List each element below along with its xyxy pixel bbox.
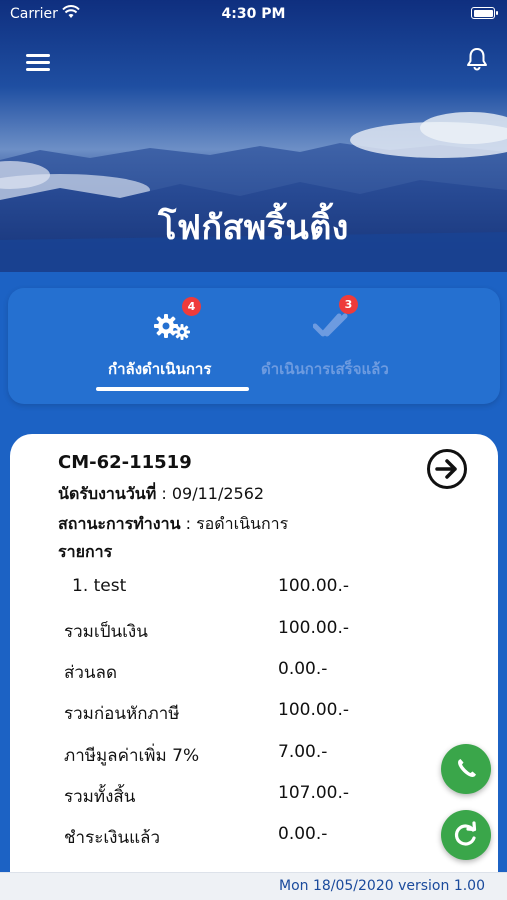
phone-icon xyxy=(458,759,476,777)
footer-version: Mon 18/05/2020 version 1.00 xyxy=(278,878,485,894)
tab-completed[interactable]: 3 ดำเนินการเสร็จแล้ว xyxy=(253,288,423,404)
hamburger-menu-icon[interactable] xyxy=(26,54,52,74)
subtotal-label: รวมเป็นเงิน xyxy=(64,622,148,642)
completed-count-badge: 3 xyxy=(339,295,358,314)
pre-tax-label: รวมก่อนหักภาษี xyxy=(64,704,180,724)
paid-value: 0.00.- xyxy=(278,824,328,844)
tab-in-progress-label: กำลังดำเนินการ xyxy=(108,360,212,378)
arrow-right-circle-icon[interactable] xyxy=(426,448,468,490)
status-value: : รอดำเนินการ xyxy=(185,514,289,533)
footer-bar: Mon 18/05/2020 version 1.00 xyxy=(0,872,507,900)
job-code: CM-62-11519 xyxy=(58,452,192,473)
items-title: รายการ xyxy=(58,542,113,561)
item-row-value: 100.00.- xyxy=(278,576,350,596)
bell-icon[interactable] xyxy=(464,46,490,72)
job-card: CM-62-11519 นัดรับงานวันที่ : 09/11/2562… xyxy=(10,434,498,900)
status-bar: Carrier 4:30 PM xyxy=(0,0,507,30)
grand-total-value: 107.00.- xyxy=(278,783,350,803)
paid-label: ชำระเงินแล้ว xyxy=(64,828,160,848)
page-title: โฟกัสพริ้นติ้ง xyxy=(158,208,349,248)
refresh-button[interactable] xyxy=(441,810,491,860)
vat-value: 7.00.- xyxy=(278,742,328,762)
appointment-label: นัดรับงานวันที่ xyxy=(58,484,157,503)
appointment-line: นัดรับงานวันที่ : 09/11/2562 xyxy=(58,482,264,507)
active-tab-indicator xyxy=(96,387,249,391)
subtotal-value: 100.00.- xyxy=(278,618,350,638)
double-check-icon xyxy=(313,313,348,337)
discount-value: 0.00.- xyxy=(278,659,328,679)
tab-completed-label: ดำเนินการเสร็จแล้ว xyxy=(261,360,389,378)
pre-tax-value: 100.00.- xyxy=(278,700,350,720)
status-line: สถานะการทำงาน : รอดำเนินการ xyxy=(58,512,288,537)
discount-label: ส่วนลด xyxy=(64,663,118,683)
battery-icon xyxy=(471,7,498,19)
call-button[interactable] xyxy=(441,744,491,794)
status-label: สถานะการทำงาน xyxy=(58,514,181,533)
item-row-label: 1. test xyxy=(72,576,127,596)
in-progress-count-badge: 4 xyxy=(182,297,201,316)
grand-total-label: รวมทั้งสิ้น xyxy=(64,787,136,807)
status-time: 4:30 PM xyxy=(221,6,286,22)
refresh-icon xyxy=(454,821,477,846)
tab-bar: 4 กำลังดำเนินการ 3 ดำเนินการเสร็จแล้ว xyxy=(8,288,500,404)
vat-label: ภาษีมูลค่าเพิ่ม 7% xyxy=(64,746,200,766)
appointment-value: : 09/11/2562 xyxy=(161,484,265,503)
